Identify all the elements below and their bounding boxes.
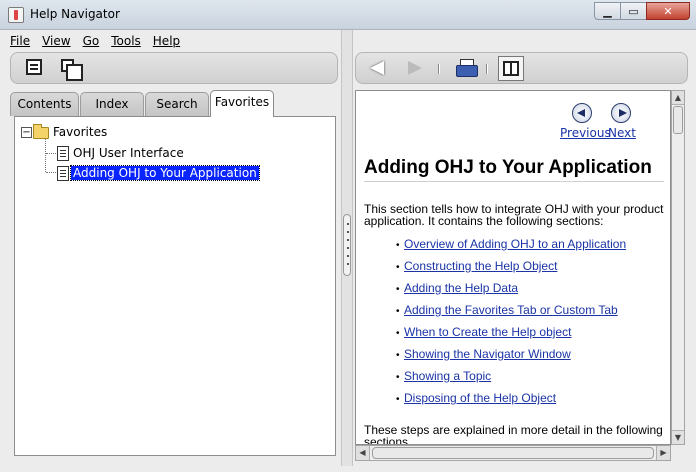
toolbar-separator — [486, 64, 488, 74]
topic-content: Previous Next Adding OHJ to Your Applica… — [355, 90, 671, 445]
tab-index[interactable]: Index — [80, 92, 144, 116]
section-link[interactable]: Showing the Navigator Window — [404, 347, 571, 361]
maximize-button[interactable]: ▭ — [620, 2, 647, 20]
tree-item-ohj-user-interface[interactable]: OHJ User Interface — [73, 144, 184, 162]
favorites-tree: − Favorites OHJ User Interface Adding OH… — [14, 116, 336, 456]
footer-paragraph: These steps are explained in more detail… — [364, 423, 663, 445]
section-link[interactable]: Constructing the Help Object — [404, 259, 557, 273]
navigator-pane: File View Go Tools Help Contents Index S… — [6, 30, 341, 466]
show-all-topics-button[interactable] — [59, 58, 83, 81]
tree-connector — [46, 172, 56, 173]
tree-item-label: Adding OHJ to Your Application — [70, 165, 260, 181]
show-topic-button[interactable] — [23, 58, 45, 78]
title-bar: Help Navigator ▁ ▭ ✕ — [0, 0, 696, 30]
grip-dot — [347, 231, 349, 233]
section-link[interactable]: Showing a Topic — [404, 369, 491, 383]
tree-item-label: OHJ User Interface — [73, 146, 184, 160]
topic-nav: Previous Next — [560, 103, 660, 143]
previous-link[interactable]: Previous — [560, 126, 611, 140]
tree-root-favorites[interactable]: Favorites — [53, 123, 107, 141]
tree-item-adding-ohj[interactable]: Adding OHJ to Your Application — [70, 164, 260, 182]
topic-heading: Adding OHJ to Your Application — [364, 157, 652, 178]
scroll-left-icon[interactable]: ◀ — [356, 446, 370, 460]
menu-help[interactable]: Help — [153, 34, 180, 52]
folder-icon — [33, 124, 49, 139]
page-icon — [57, 166, 69, 181]
grip-dot — [347, 239, 349, 241]
close-button[interactable]: ✕ — [646, 2, 690, 20]
menu-bar: File View Go Tools Help — [10, 34, 192, 52]
resize-corner — [671, 445, 685, 461]
window-controls: ▁ ▭ ✕ — [594, 2, 690, 20]
scroll-up-icon[interactable]: ▲ — [672, 91, 684, 105]
list-item: • Showing the Navigator Window — [396, 347, 571, 361]
section-link-list: • Overview of Adding OHJ to an Applicatio… — [396, 237, 626, 413]
java-app-icon — [8, 7, 24, 23]
maximize-icon: ▭ — [628, 4, 639, 18]
toggle-navigator-button[interactable] — [498, 56, 524, 81]
section-link[interactable]: Disposing of the Help Object — [404, 391, 556, 405]
horizontal-scroll-thumb[interactable] — [372, 447, 654, 459]
list-item: • Adding the Help Data — [396, 281, 519, 295]
tab-search[interactable]: Search — [145, 92, 209, 116]
close-icon: ✕ — [663, 4, 673, 18]
heading-rule — [364, 181, 664, 182]
scroll-down-icon[interactable]: ▼ — [672, 430, 684, 444]
section-link[interactable]: Adding the Favorites Tab or Custom Tab — [404, 303, 618, 317]
menu-tools[interactable]: Tools — [111, 34, 141, 52]
section-link[interactable]: Overview of Adding OHJ to an Application — [404, 237, 626, 251]
list-item: • Showing a Topic — [396, 369, 492, 383]
grip-dot — [347, 247, 349, 249]
grip-dot — [347, 263, 349, 265]
vertical-scroll-thumb[interactable] — [673, 106, 683, 134]
list-item: • Adding the Favorites Tab or Custom Tab — [396, 303, 618, 317]
next-link[interactable]: Next — [608, 126, 636, 140]
minimize-icon: ▁ — [603, 4, 612, 18]
book-icon — [503, 61, 519, 76]
scroll-right-icon[interactable]: ▶ — [656, 446, 670, 460]
list-item: • Constructing the Help Object — [396, 259, 558, 273]
navigator-toolbar — [10, 52, 338, 84]
print-button[interactable] — [456, 59, 478, 77]
section-link[interactable]: When to Create the Help object — [404, 325, 571, 339]
page-icon — [57, 146, 69, 161]
back-button[interactable] — [370, 61, 384, 75]
topic-toolbar — [355, 52, 688, 84]
document-icon — [26, 59, 42, 75]
intro-paragraph: This section tells how to integrate OHJ … — [364, 202, 664, 228]
tab-contents[interactable]: Contents — [10, 92, 79, 116]
topic-pane: Previous Next Adding OHJ to Your Applica… — [353, 30, 691, 466]
tab-favorites[interactable]: Favorites — [210, 90, 274, 117]
documents-icon — [61, 59, 83, 81]
list-item: • Overview of Adding OHJ to an Applicatio… — [396, 237, 627, 251]
window-title: Help Navigator — [30, 7, 120, 21]
tree-connector — [46, 153, 56, 154]
pane-splitter[interactable] — [341, 30, 353, 466]
vertical-scrollbar[interactable]: ▲ ▼ — [671, 90, 685, 445]
menu-view[interactable]: View — [42, 34, 70, 52]
previous-icon[interactable] — [572, 103, 592, 123]
menu-file[interactable]: File — [10, 34, 30, 52]
grip-dot — [347, 223, 349, 225]
section-link[interactable]: Adding the Help Data — [404, 281, 518, 295]
next-icon[interactable] — [611, 103, 631, 123]
menu-go[interactable]: Go — [83, 34, 100, 52]
horizontal-scrollbar[interactable]: ◀ ▶ — [355, 445, 671, 461]
list-item: • Disposing of the Help Object — [396, 391, 557, 405]
forward-button[interactable] — [408, 61, 422, 75]
list-item: • When to Create the Help object — [396, 325, 572, 339]
splitter-grip[interactable] — [343, 214, 351, 276]
grip-dot — [347, 255, 349, 257]
minimize-button[interactable]: ▁ — [594, 2, 621, 20]
toolbar-separator — [438, 64, 440, 74]
tree-connector — [45, 139, 46, 172]
collapse-toggle[interactable]: − — [21, 127, 32, 138]
